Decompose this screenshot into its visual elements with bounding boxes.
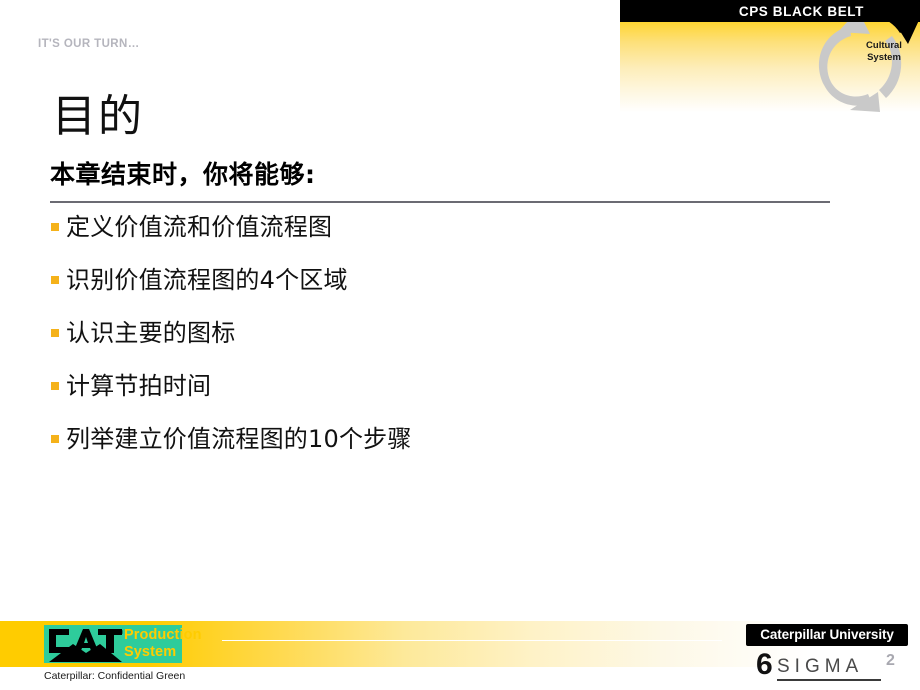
svg-text:®: ® bbox=[117, 628, 123, 637]
bullet-square-icon bbox=[51, 435, 59, 443]
list-item: 计算节拍时间 bbox=[50, 371, 820, 401]
objectives-list: 定义价值流和价值流程图 识别价值流程图的4个区域 认识主要的图标 计算节拍时间 … bbox=[50, 212, 820, 477]
footer-divider bbox=[222, 640, 722, 641]
list-item: 列举建立价值流程图的10个步骤 bbox=[50, 424, 820, 454]
list-item-label: 计算节拍时间 bbox=[66, 372, 212, 400]
six-sigma-word: SIGMA bbox=[777, 656, 864, 677]
list-item: 定义价值流和价值流程图 bbox=[50, 212, 820, 242]
cat-production-label: Production bbox=[124, 627, 202, 643]
cultural-system-label-line1: Cultural bbox=[866, 40, 902, 51]
page-number: 2 bbox=[886, 652, 895, 669]
page-title: 目的 bbox=[52, 91, 144, 143]
list-item-label: 列举建立价值流程图的10个步骤 bbox=[66, 425, 412, 453]
slide-eyebrow: IT'S OUR TURN… bbox=[38, 38, 140, 50]
six-sigma-numeral: 6 bbox=[756, 648, 773, 681]
cat-production-system-label: Production System bbox=[124, 627, 202, 661]
list-item-label: 识别价值流程图的4个区域 bbox=[66, 266, 348, 294]
heading-divider bbox=[50, 201, 830, 203]
cultural-system-label-line2: System bbox=[867, 52, 901, 63]
caterpillar-university-label: Caterpillar University bbox=[760, 627, 894, 642]
list-item-label: 定义价值流和价值流程图 bbox=[66, 213, 333, 241]
header-banner: CPS BLACK BELT Cultural System bbox=[620, 0, 920, 117]
body-heading: 本章结束时，你将能够: bbox=[50, 160, 316, 189]
six-sigma-logo: 6 SIGMA bbox=[756, 650, 906, 684]
list-item: 识别价值流程图的4个区域 bbox=[50, 265, 820, 295]
bullet-square-icon bbox=[51, 382, 59, 390]
bullet-square-icon bbox=[51, 329, 59, 337]
bullet-square-icon bbox=[51, 223, 59, 231]
cat-system-label: System bbox=[124, 644, 177, 660]
list-item-label: 认识主要的图标 bbox=[66, 319, 236, 347]
bullet-square-icon bbox=[51, 276, 59, 284]
header-banner-title: CPS BLACK BELT bbox=[738, 4, 864, 19]
list-item: 认识主要的图标 bbox=[50, 318, 820, 348]
cat-wordmark-icon: ® bbox=[49, 628, 123, 662]
six-sigma-underline bbox=[777, 679, 881, 681]
cultural-system-label: Cultural System bbox=[848, 40, 920, 64]
confidentiality-note: Caterpillar: Confidential Green bbox=[44, 670, 186, 682]
